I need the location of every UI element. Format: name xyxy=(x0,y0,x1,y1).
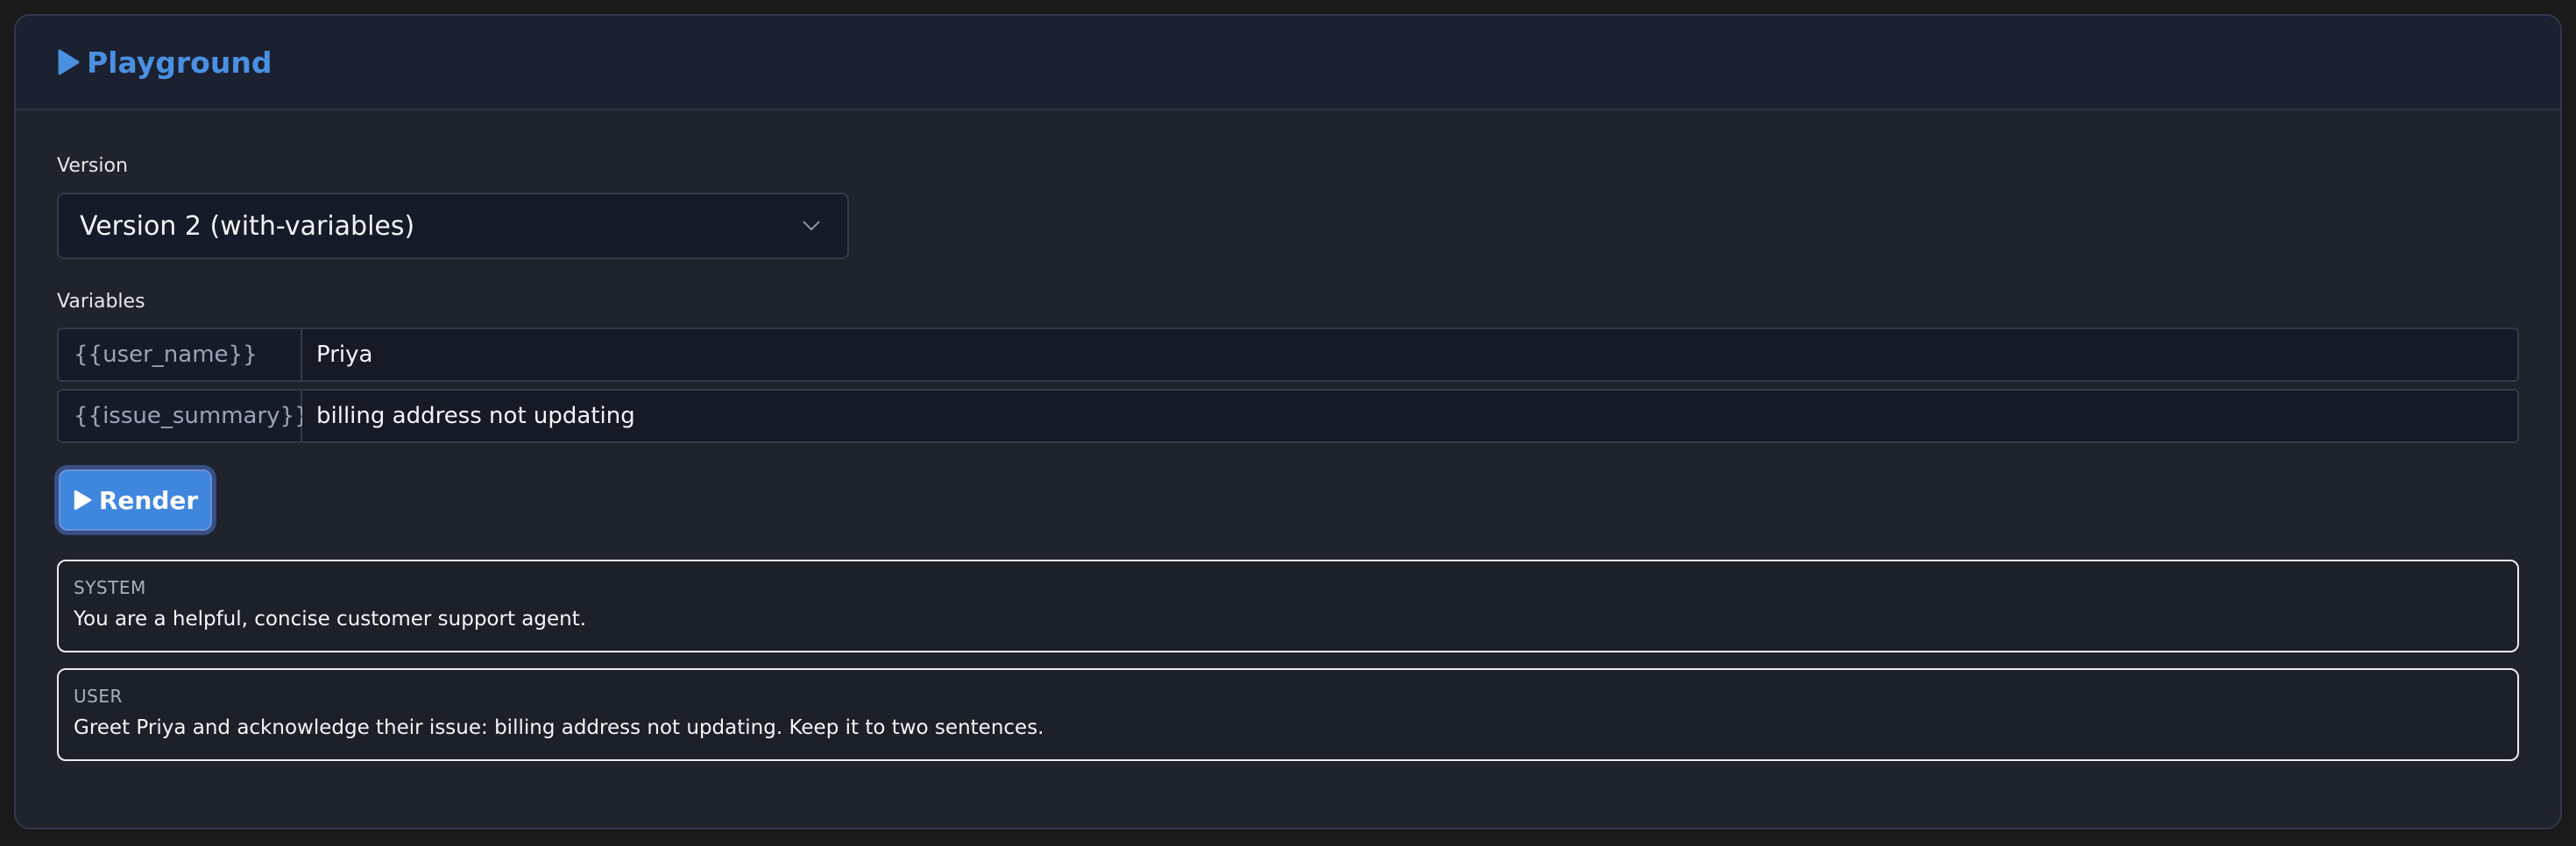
panel-header: Playground xyxy=(16,16,2560,110)
version-label: Version xyxy=(57,155,128,177)
page-title-text: Playground xyxy=(87,45,272,80)
panel-body: Version Version 2 (with-variables) Varia… xyxy=(16,110,2560,761)
playground-panel: Playground Version Version 2 (with-varia… xyxy=(14,14,2562,829)
variable-key: {{user_name}} xyxy=(59,329,302,380)
variable-row-user-name: {{user_name}} Priya xyxy=(57,328,2519,382)
variables-label: Variables xyxy=(57,291,145,313)
version-select[interactable]: Version 2 (with-variables) xyxy=(57,193,849,259)
render-button-label: Render xyxy=(98,485,199,515)
message-system: SYSTEM You are a helpful, concise custom… xyxy=(57,560,2519,652)
page-title: Playground xyxy=(57,46,272,80)
message-role: USER xyxy=(74,686,123,707)
play-icon xyxy=(73,490,92,511)
variable-key: {{issue_summary}} xyxy=(59,391,309,441)
message-role: SYSTEM xyxy=(74,577,146,598)
variable-row-issue-summary: {{issue_summary}} billing address not up… xyxy=(57,389,2519,443)
chevron-down-icon xyxy=(802,220,821,232)
play-icon xyxy=(57,49,80,75)
render-button[interactable]: Render xyxy=(59,469,212,531)
message-text: You are a helpful, concise customer supp… xyxy=(74,608,587,631)
variable-value-input[interactable]: billing address not updating xyxy=(302,391,2517,441)
message-text: Greet Priya and acknowledge their issue:… xyxy=(74,716,1044,739)
version-select-value: Version 2 (with-variables) xyxy=(80,210,415,242)
message-user: USER Greet Priya and acknowledge their i… xyxy=(57,668,2519,761)
variable-value-input[interactable]: Priya xyxy=(302,329,2517,380)
